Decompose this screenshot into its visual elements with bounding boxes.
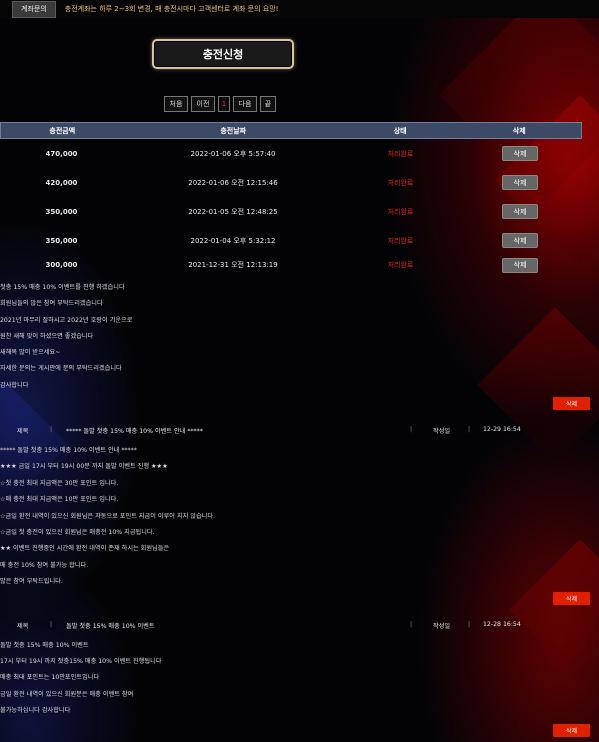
account-inquiry-button[interactable]: 계좌문의 [12,0,56,18]
notice-header-2: 제목 | ***** 돌발 첫충 15% 매충 10% 이벤트 안내 *****… [0,423,599,437]
row-date: 2021-12-31 오전 12:13:19 [188,261,278,269]
row-date: 2022-01-06 오후 5:57:40 [190,149,276,158]
notice-title[interactable]: 돌발 첫충 15% 매충 10% 이벤트 [66,621,155,630]
table-row: 470,000 2022-01-06 오후 5:57:40 처리완료 삭제 [0,139,582,168]
notice3-delete-button[interactable]: 삭제 [553,724,590,737]
divider: | [410,426,413,433]
topbar-notice-text: 충전계좌는 하루 2~3회 변경, 매 충전시마다 고객센터로 계좌 문의 요망… [64,5,279,13]
notice-topbar: 계좌문의 충전계좌는 하루 2~3회 변경, 매 충전시마다 고객센터로 계좌 … [0,0,599,18]
notice-line: 2021년 마무리 잘하시고 2022년 호랑이 기운으로 [0,316,133,324]
notice-line: 자세한 문의는 게시판에 문의 부탁드리겠습니다 [0,365,122,373]
row-amount: 350,000 [45,207,78,216]
pager-next-button[interactable]: 다음 [233,96,257,112]
header-status: 상태 [393,126,407,135]
row-amount: 300,000 [45,261,78,269]
notice-date: 12-28 16:54 [483,621,521,628]
row-delete-button[interactable]: 삭제 [502,257,538,273]
row-status: 처리완료 [387,261,414,269]
pager-last-button[interactable]: 끝 [260,96,276,112]
notice-line: ★★ 이벤트 진행중인 시간에 환전 내역이 존재 하시는 회원님들은 [0,545,170,553]
notice-header-3: 제목 | 돌발 첫충 15% 매충 10% 이벤트 | 작성일 | 12-28 … [0,618,599,632]
pager-prev-button[interactable]: 이전 [191,96,215,112]
row-delete-button[interactable]: 삭제 [502,204,538,219]
notice-line: 감사합니다 [0,381,29,389]
notice-author-label: 작성일 [433,623,451,630]
table-row: 350,000 2022-01-05 오전 12:48:25 처리완료 삭제 [0,197,582,226]
divider: | [468,426,471,433]
row-date: 2022-01-04 오후 5:32:12 [190,236,276,245]
notice-line: ☆매 충전 최대 지급액은 10만 포인트 입니다. [0,496,119,504]
notice-line: 원찬 새해 맞이 하셨으면 좋겠습니다 [0,332,94,340]
notice-line: 돌발 첫충 15% 매충 10% 이벤트 [0,642,89,649]
table-row: 420,000 2022-01-06 오전 12:15:46 처리완료 삭제 [0,168,582,197]
table-header: 충전금액 충전날짜 상태 삭제 [0,122,582,139]
header-amount: 충전금액 [49,126,76,135]
notice-body-3: 돌발 첫충 15% 매충 10% 이벤트 17시 부터 19시 까지 첫충15%… [0,640,599,721]
divider: | [50,426,53,433]
notice-line: 불가능하십니다 감사합니다 [0,706,71,714]
notice-body-2: ***** 돌발 첫충 15% 매충 10% 이벤트 안내 ***** ★★★ … [0,445,599,593]
charge-request-button[interactable]: 충전신청 [152,39,294,69]
notice-line: 17시 부터 19시 까지 첫충15% 매충 10% 이벤트 진행됩니다 [0,658,162,666]
row-status: 처리완료 [387,236,414,245]
row-status: 처리완료 [387,178,414,187]
row-date: 2022-01-06 오전 12:15:46 [188,178,278,187]
notice-line: 회원님들의 많은 참여 부탁드리겠습니다 [0,300,103,308]
notice-line: 새해복 많이 받으세요~ [0,349,61,357]
row-status: 처리완료 [387,207,414,216]
notice-title-label: 제목 [17,428,29,435]
row-delete-button[interactable]: 삭제 [502,233,538,248]
notice2-delete-button[interactable]: 삭제 [553,592,590,605]
notice-line: 금일 환전 내역이 있으신 회원분은 매충 이벤트 참여 [0,690,134,698]
notice-line: 매 충전 10% 참여 불가능 합니다. [0,561,89,569]
divider: | [50,621,53,628]
notice-line: 첫충 15% 매충 10% 이벤트를 진행 하겠습니다 [0,284,125,291]
row-amount: 470,000 [45,149,78,158]
notice-line: ☆첫 충전 최대 지급액은 30만 포인트 입니다. [0,479,119,487]
divider: | [468,621,471,628]
row-status: 처리완료 [387,149,414,158]
header-date: 충전날짜 [220,126,247,135]
notice-line: 매충 최대 포인트는 10만포인트입니다 [0,674,100,682]
row-delete-button[interactable]: 삭제 [502,146,538,161]
notice-title[interactable]: ***** 돌발 첫충 15% 매충 10% 이벤트 안내 ***** [66,426,203,435]
notice-line: ☆금일 환전 내역이 있으신 회원님은 자동으로 포인트 지급이 이루어 지지 … [0,512,216,520]
header-delete: 삭제 [512,126,526,135]
notice1-delete-button[interactable]: 삭제 [553,397,590,410]
row-amount: 350,000 [45,236,78,245]
row-date: 2022-01-05 오전 12:48:25 [188,207,278,216]
table-row: 300,000 2021-12-31 오전 12:13:19 처리완료 삭제 [0,255,582,275]
row-amount: 420,000 [45,178,78,187]
notice-author-label: 작성일 [433,428,451,435]
row-delete-button[interactable]: 삭제 [502,175,538,190]
table-row: 350,000 2022-01-04 오후 5:32:12 처리완료 삭제 [0,226,582,255]
notice-line: 많은 참여 부탁드립니다. [0,578,63,586]
charge-history-table: 충전금액 충전날짜 상태 삭제 470,000 2022-01-06 오후 5:… [0,122,582,275]
notice-date: 12-29 16:54 [483,426,521,433]
notice-line: ☆금일 첫 충전이 있으신 회원님은 매충전 10% 지급됩니다. [0,528,155,536]
pager-current-page[interactable]: 1 [218,96,230,112]
pagination: 처음 이전 1 다음 끝 [164,96,276,112]
notice-body-1: 첫충 15% 매충 10% 이벤트를 진행 하겠습니다 회원님들의 많은 참여 … [0,282,599,396]
pager-first-button[interactable]: 처음 [164,96,188,112]
divider: | [410,621,413,628]
notice-title-label: 제목 [17,623,29,630]
notice-line: ***** 돌발 첫충 15% 매충 10% 이벤트 안내 ***** [0,447,137,454]
notice-line: ★★★ 금일 17시 부터 19시 00분 까지 돌발 이벤트 진행 ★★★ [0,463,168,471]
